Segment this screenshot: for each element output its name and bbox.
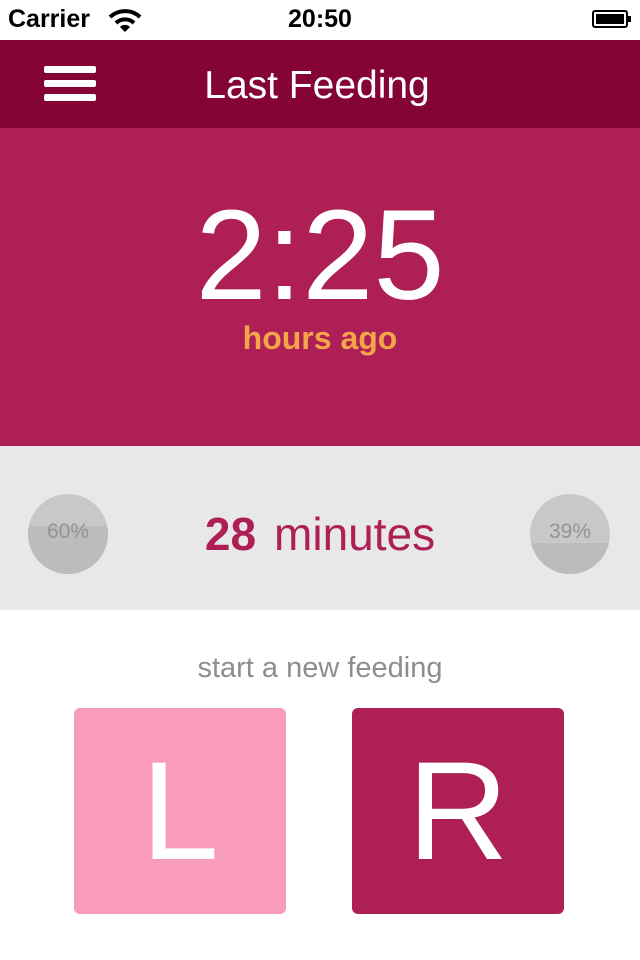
nav-bar: Last Feeding [0, 40, 640, 128]
page-title: Last Feeding [204, 64, 430, 107]
duration-unit: minutes [274, 508, 436, 560]
status-bar: Carrier 20:50 [0, 0, 640, 40]
clock: 20:50 [288, 5, 352, 33]
start-right-feeding-button[interactable]: R [352, 708, 564, 914]
elapsed-time: 2:25 [195, 184, 445, 327]
elapsed-unit-label: hours ago [242, 320, 398, 356]
start-left-feeding-button[interactable]: L [74, 708, 286, 914]
battery-icon [592, 10, 631, 28]
right-percent-fill [530, 542, 610, 574]
last-feeding-panel: 2:25 hours ago [0, 128, 640, 446]
right-side-percent-indicator: 39% [530, 494, 610, 574]
start-new-feeding-label: start a new feeding [197, 652, 443, 684]
duration-value: 28 [204, 508, 257, 560]
right-percent-label: 39% [548, 520, 592, 543]
feeding-stats-bar: 60% 28 minutes 39% [0, 446, 640, 610]
